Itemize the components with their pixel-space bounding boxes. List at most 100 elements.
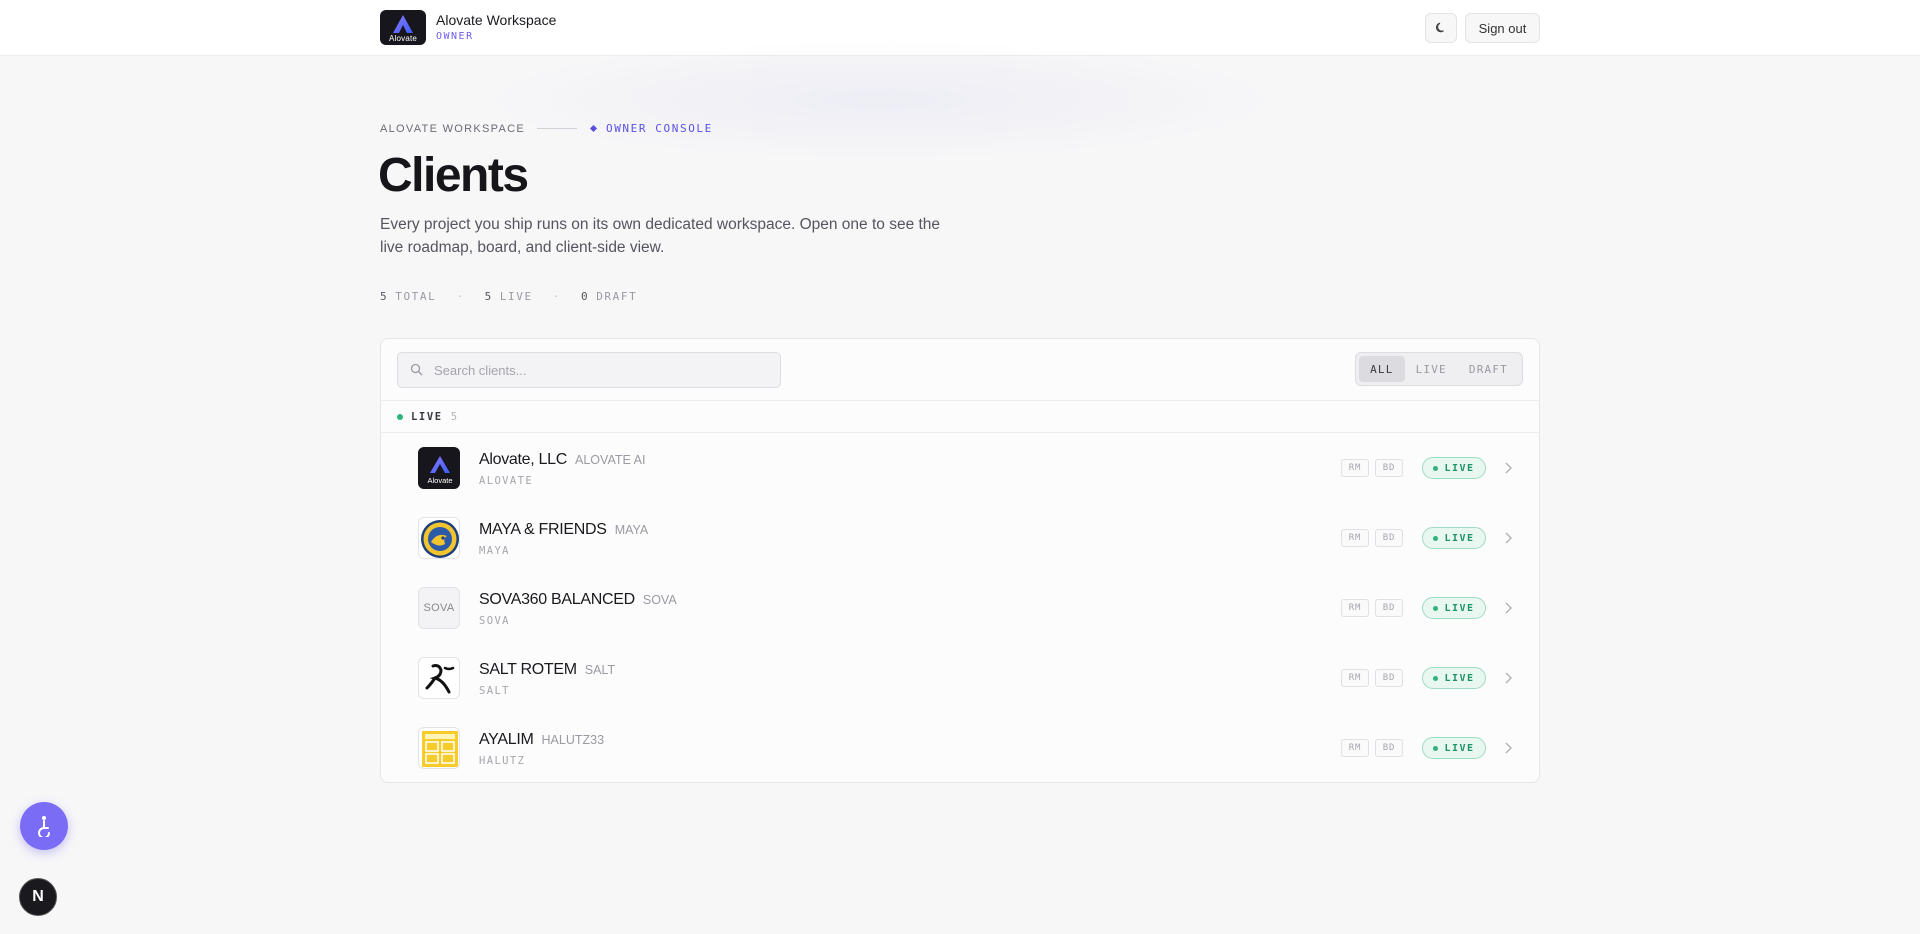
client-row[interactable]: SALT ROTEM SALT SALT RM BD LIVE — [381, 643, 1539, 713]
client-slug: SALT — [479, 685, 510, 697]
stat-live-count: 5 — [484, 290, 493, 303]
breadcrumb-workspace[interactable]: ALOVATE WORKSPACE — [380, 123, 525, 135]
client-name[interactable]: SALT ROTEM SALT — [479, 661, 615, 679]
stat-total-count: 5 — [380, 290, 389, 303]
client-slug: ALOVATE — [479, 475, 534, 487]
status-dot-icon — [1433, 745, 1439, 751]
status-badge: LIVE — [1422, 737, 1486, 759]
logo-word: Alovate — [388, 34, 418, 43]
group-label: LIVE — [411, 410, 443, 423]
page-description: Every project you ship runs on its own d… — [380, 216, 941, 256]
client-slug: SOVA — [479, 615, 510, 627]
chevron-right-icon[interactable] — [1503, 531, 1513, 545]
moon-icon — [1436, 22, 1444, 33]
sign-out-button[interactable]: Sign out — [1465, 13, 1540, 43]
client-row[interactable]: SOVA SOVA360 BALANCED SOVA SOVA RM BD LIV… — [381, 573, 1539, 643]
alovate-logo-icon: Alovate — [418, 447, 460, 489]
salt-logo-icon — [418, 657, 460, 699]
stat-draft-count: 0 — [580, 290, 590, 303]
board-tag[interactable]: BD — [1375, 599, 1403, 617]
status-badge: LIVE — [1422, 597, 1486, 619]
n-badge-button[interactable]: N — [19, 878, 57, 916]
maya-logo-icon — [418, 517, 460, 559]
roadmap-tag[interactable]: RM — [1341, 739, 1369, 757]
client-row[interactable]: Alovate Alovate, LLC ALOVATE AI ALOVATE R… — [381, 433, 1539, 503]
search-icon — [410, 363, 423, 376]
roadmap-tag[interactable]: RM — [1341, 459, 1369, 477]
client-alias: SOVA — [642, 593, 677, 607]
avatar-logo-word: Alovate — [427, 476, 452, 485]
search-box[interactable] — [397, 352, 781, 388]
chevron-right-icon[interactable] — [1503, 671, 1513, 685]
status-badge: LIVE — [1422, 457, 1486, 479]
client-name-text: AYALIM — [479, 731, 534, 748]
header-glow — [480, 40, 1280, 160]
client-name[interactable]: SOVA360 BALANCED SOVA — [479, 591, 677, 609]
workspace-title: Alovate Workspace — [436, 12, 557, 28]
status-label: LIVE — [1444, 672, 1475, 684]
status-dot-icon — [1433, 465, 1439, 471]
client-row[interactable]: MAYA & FRIENDS MAYA MAYA RM BD LIVE — [381, 503, 1539, 573]
board-tag[interactable]: BD — [1375, 669, 1403, 687]
live-dot-icon — [397, 413, 403, 420]
client-alias: MAYA — [614, 523, 649, 537]
client-alias: HALUTZ33 — [541, 733, 605, 747]
search-input[interactable] — [434, 353, 774, 387]
client-name[interactable]: AYALIM HALUTZ33 — [479, 731, 604, 749]
roadmap-tag[interactable]: RM — [1341, 599, 1369, 617]
stat-total-label: TOTAL — [395, 290, 437, 303]
client-name-text: SOVA360 BALANCED — [479, 591, 635, 608]
breadcrumb-divider — [536, 128, 577, 129]
accessibility-icon — [38, 816, 50, 837]
status-dot-icon — [1433, 675, 1439, 681]
status-label: LIVE — [1444, 602, 1475, 614]
filter-live[interactable]: LIVE — [1405, 356, 1458, 382]
status-label: LIVE — [1444, 742, 1475, 754]
theme-toggle-button[interactable] — [1425, 13, 1457, 43]
status-badge: LIVE — [1422, 667, 1486, 689]
status-badge: LIVE — [1422, 527, 1486, 549]
stat-live-label: LIVE — [499, 290, 533, 303]
sova-logo-text: SOVA — [423, 602, 455, 614]
clients-panel: ALL LIVE DRAFT LIVE 5 Alovate Alovate, L… — [380, 338, 1540, 783]
diamond-icon — [589, 124, 598, 133]
roadmap-tag[interactable]: RM — [1341, 669, 1369, 687]
roadmap-tag[interactable]: RM — [1341, 529, 1369, 547]
page-title: Clients — [378, 149, 529, 202]
stats-bar: 5 TOTAL · 5 LIVE · 0 DRAFT — [380, 290, 637, 303]
stat-separator: · — [552, 290, 561, 303]
sova-logo-icon: SOVA — [418, 587, 460, 629]
alovate-logo-icon: Alovate — [380, 10, 426, 45]
accessibility-button[interactable] — [20, 802, 68, 850]
client-name-text: SALT ROTEM — [479, 661, 577, 678]
client-alias: ALOVATE AI — [575, 453, 646, 467]
status-dot-icon — [1433, 535, 1439, 541]
client-name-text: MAYA & FRIENDS — [479, 521, 607, 538]
client-slug: MAYA — [479, 545, 510, 557]
filter-all[interactable]: ALL — [1359, 356, 1405, 382]
filter-draft[interactable]: DRAFT — [1458, 356, 1519, 382]
status-filter: ALL LIVE DRAFT — [1355, 352, 1523, 386]
board-tag[interactable]: BD — [1375, 529, 1403, 547]
status-dot-icon — [1433, 605, 1439, 611]
client-alias: SALT — [584, 663, 616, 677]
client-slug: HALUTZ — [479, 755, 526, 767]
board-tag[interactable]: BD — [1375, 459, 1403, 477]
client-name[interactable]: Alovate, LLC ALOVATE AI — [479, 451, 645, 469]
group-count: 5 — [450, 410, 459, 423]
stat-draft-label: DRAFT — [596, 290, 638, 303]
chevron-right-icon[interactable] — [1503, 461, 1513, 475]
board-tag[interactable]: BD — [1375, 739, 1403, 757]
group-header-live: LIVE 5 — [381, 401, 1539, 433]
breadcrumb: ALOVATE WORKSPACE OWNER CONSOLE — [380, 122, 713, 135]
status-label: LIVE — [1444, 462, 1475, 474]
ayalim-logo-icon — [418, 727, 460, 769]
panel-toolbar: ALL LIVE DRAFT — [381, 339, 1539, 401]
status-label: LIVE — [1444, 532, 1475, 544]
chevron-right-icon[interactable] — [1503, 741, 1513, 755]
chevron-right-icon[interactable] — [1503, 601, 1513, 615]
client-row[interactable]: AYALIM HALUTZ33 HALUTZ RM BD LIVE — [381, 713, 1539, 782]
stat-separator: · — [456, 290, 465, 303]
client-name-text: Alovate, LLC — [479, 451, 568, 468]
client-name[interactable]: MAYA & FRIENDS MAYA — [479, 521, 648, 539]
